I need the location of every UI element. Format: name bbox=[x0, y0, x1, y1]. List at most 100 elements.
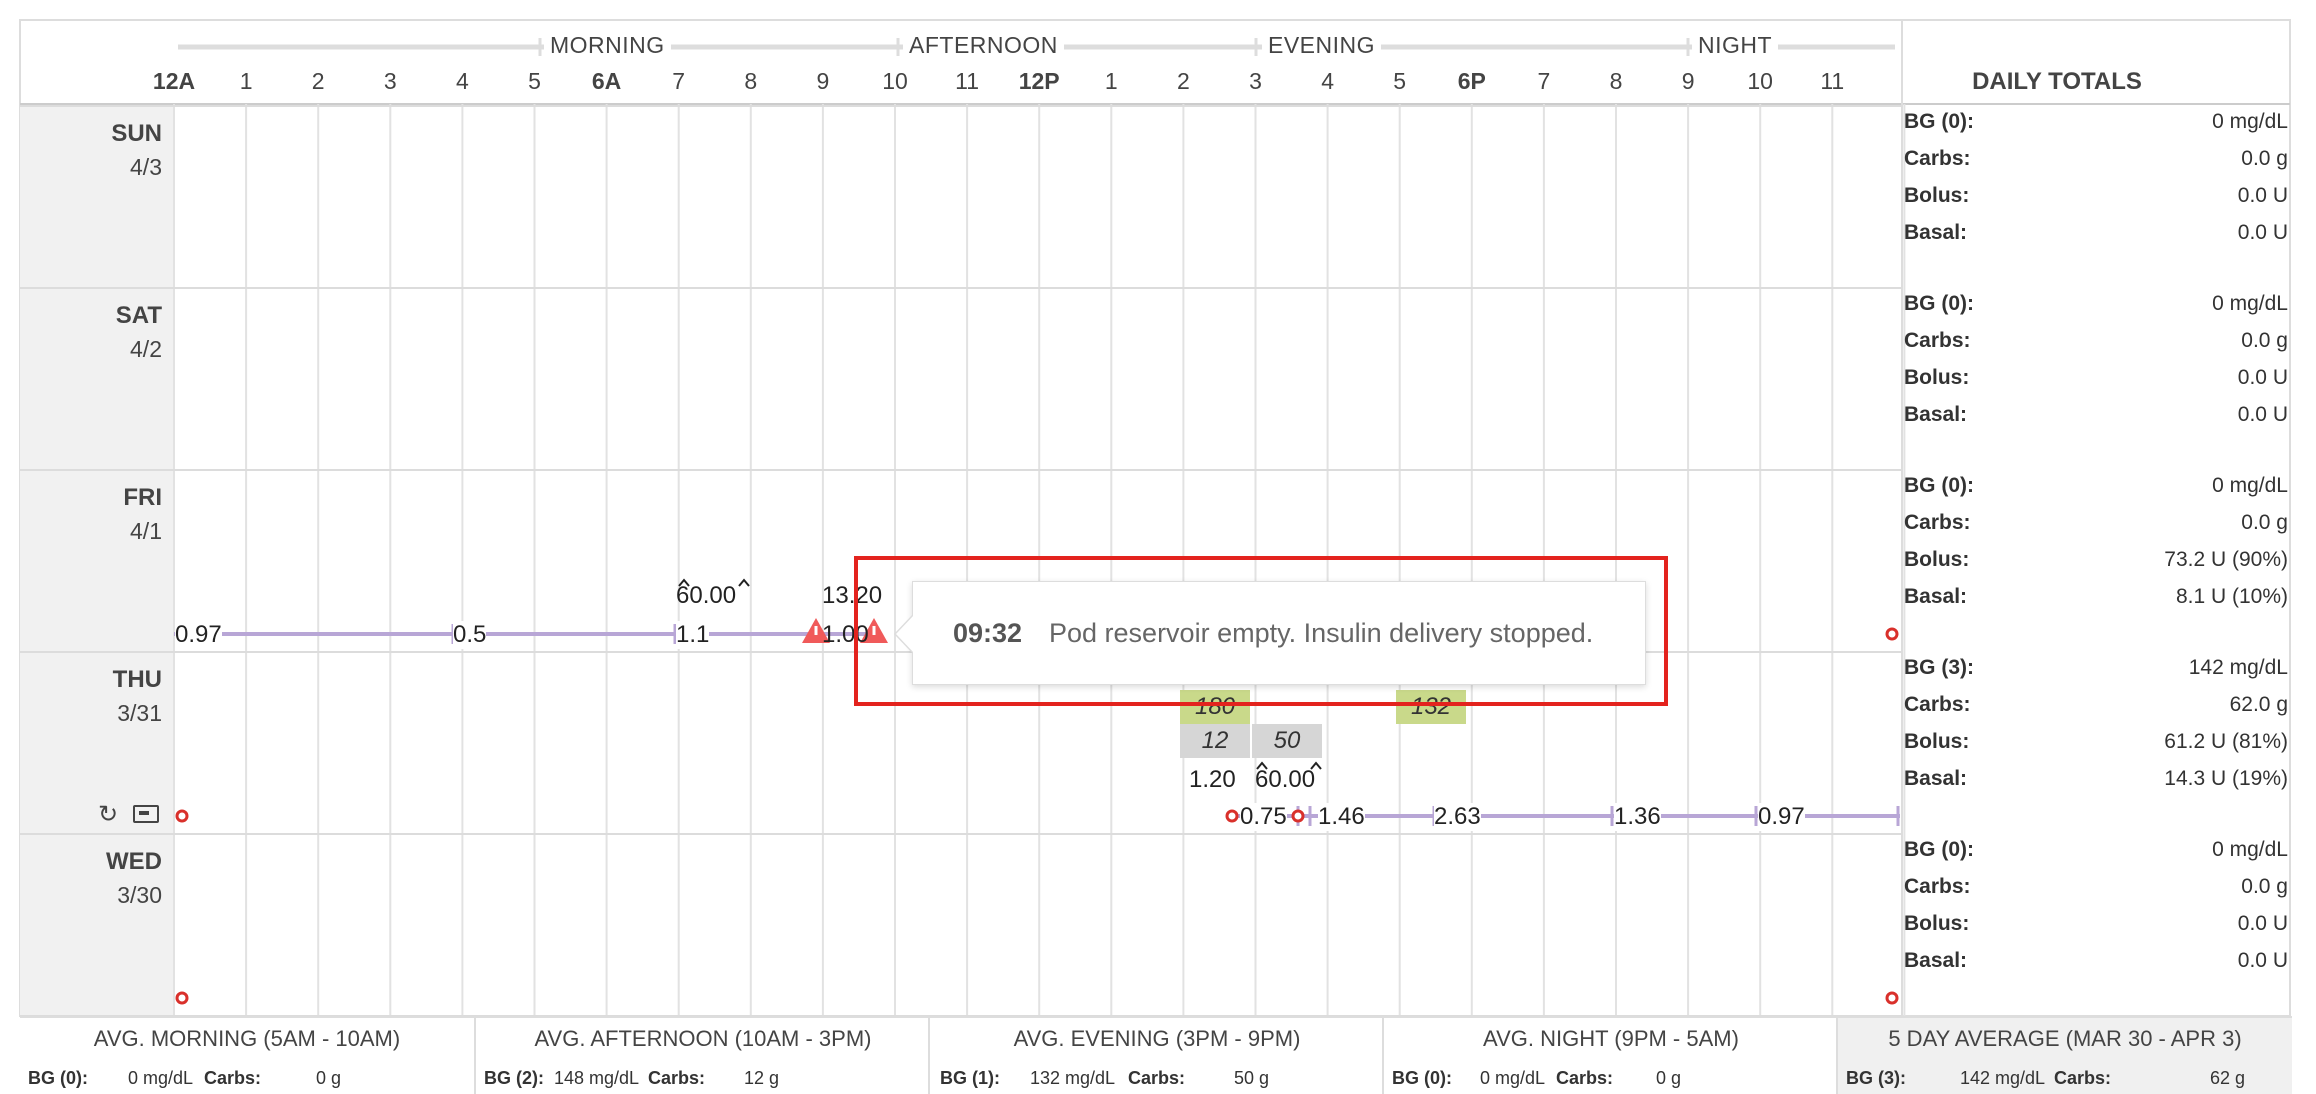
totals-value: 0 mg/dL bbox=[2212, 110, 2288, 133]
thu-bolus-2[interactable]: 60.00 bbox=[1255, 766, 1315, 794]
pod-change-marker bbox=[175, 991, 189, 1005]
pod-change-marker bbox=[1225, 809, 1239, 823]
footer-avg-morning: AVG. MORNING (5AM - 10AM) BG (0): 0 mg/d… bbox=[20, 1016, 474, 1094]
totals-value: 142 mg/dL bbox=[2188, 656, 2288, 679]
period-afternoon: AFTERNOON bbox=[903, 32, 1064, 59]
totals-value: 0.0 g bbox=[2241, 147, 2288, 170]
totals-label: Bolus: bbox=[1904, 912, 1970, 935]
footer-bg-value: 0 mg/dL bbox=[1480, 1068, 1546, 1088]
fri-basal-rate-3[interactable]: 1.1 bbox=[676, 621, 710, 649]
refresh-icon[interactable]: ↻ bbox=[98, 800, 118, 829]
totals-value: 14.3 U (19%) bbox=[2164, 767, 2288, 790]
hour-label: 8 bbox=[744, 68, 758, 94]
footer-bg-value: 132 mg/dL bbox=[1030, 1068, 1116, 1088]
footer-bg-value: 148 mg/dL bbox=[554, 1068, 640, 1088]
day-date: 3/30 bbox=[117, 882, 162, 908]
footer-carbs-value: 50 g bbox=[1234, 1068, 1270, 1088]
hour-label: 3 bbox=[383, 68, 397, 94]
totals-row-basal: Basal: 8.1 U (10%) bbox=[1904, 585, 2288, 615]
day-label-sat: SAT 4/2 bbox=[20, 302, 162, 363]
thu-basal-rate-1[interactable]: 0.75 bbox=[1240, 803, 1287, 831]
totals-value: 0.0 g bbox=[2241, 511, 2288, 534]
hour-label: 7 bbox=[672, 68, 686, 94]
totals-row-basal: Basal: 0.0 U bbox=[1904, 949, 2288, 979]
totals-label: BG (0): bbox=[1904, 292, 1974, 315]
period-night: NIGHT bbox=[1692, 32, 1779, 59]
footer-title: AVG. AFTERNOON (10AM - 3PM) bbox=[534, 1026, 872, 1051]
footer-carbs-label: Carbs: bbox=[1128, 1068, 1186, 1088]
hour-label: 10 bbox=[882, 68, 908, 94]
day-date: 4/3 bbox=[130, 154, 162, 180]
thu-carbs-2[interactable]: 50 bbox=[1252, 724, 1322, 758]
thu-basal-rate-2[interactable]: 1.46 bbox=[1318, 803, 1365, 831]
totals-value: 61.2 U (81%) bbox=[2164, 730, 2288, 753]
totals-label: BG (0): bbox=[1904, 838, 1974, 861]
thu-basal-rate-5[interactable]: 0.97 bbox=[1758, 803, 1805, 831]
hour-label: 6P bbox=[1457, 68, 1486, 94]
footer-title: AVG. NIGHT (9PM - 5AM) bbox=[1483, 1026, 1739, 1051]
totals-label: Carbs: bbox=[1904, 147, 1971, 170]
hour-label: 6A bbox=[591, 68, 622, 94]
totals-label: Bolus: bbox=[1904, 548, 1970, 571]
hour-label: 1 bbox=[239, 68, 253, 94]
pod-change-marker bbox=[1885, 991, 1899, 1005]
hour-label: 5 bbox=[1393, 68, 1407, 94]
fri-basal-rate-1[interactable]: 0.97 bbox=[175, 621, 222, 649]
footer-title: AVG. MORNING (5AM - 10AM) bbox=[93, 1026, 401, 1051]
totals-row-carbs: Carbs: 0.0 g bbox=[1904, 329, 2288, 359]
period-morning: MORNING bbox=[544, 32, 671, 59]
hour-label: 5 bbox=[528, 68, 541, 94]
fri-basal-rate-2[interactable]: 0.5 bbox=[453, 621, 487, 649]
totals-row-bolus: Bolus: 0.0 U bbox=[1904, 184, 2288, 214]
day-name: THU bbox=[112, 666, 162, 693]
footer-carbs-label: Carbs: bbox=[1556, 1068, 1614, 1088]
thu-basal-rate-3[interactable]: 2.63 bbox=[1434, 803, 1481, 831]
totals-label: Bolus: bbox=[1904, 366, 1970, 389]
thu-basal-rate-4[interactable]: 1.36 bbox=[1614, 803, 1661, 831]
hour-label: 2 bbox=[1176, 68, 1190, 94]
footer-title: 5 DAY AVERAGE (MAR 30 - APR 3) bbox=[1888, 1026, 2242, 1051]
totals-value: 73.2 U (90%) bbox=[2164, 548, 2288, 571]
day-name: SAT bbox=[115, 302, 162, 329]
totals-label: BG (3): bbox=[1904, 656, 1974, 679]
footer-bg-value: 142 mg/dL bbox=[1960, 1068, 2046, 1088]
footer-avg-evening: AVG. EVENING (3PM - 9PM) BG (1): 132 mg/… bbox=[928, 1016, 1384, 1094]
pod-change-marker bbox=[1291, 809, 1305, 823]
totals-label: Basal: bbox=[1904, 949, 1968, 972]
footer-carbs-label: Carbs: bbox=[204, 1068, 262, 1088]
totals-row-bg: BG (3): 142 mg/dL bbox=[1904, 656, 2288, 686]
hour-label: 8 bbox=[1609, 68, 1623, 94]
totals-row-basal: Basal: 14.3 U (19%) bbox=[1904, 767, 2288, 797]
totals-label: Basal: bbox=[1904, 767, 1968, 790]
totals-value: 0.0 U bbox=[2237, 403, 2288, 426]
totals-label: Basal: bbox=[1904, 403, 1968, 426]
hour-label: 2 bbox=[311, 68, 325, 94]
totals-row-bg: BG (0): 0 mg/dL bbox=[1904, 292, 2288, 322]
day-label-wed: WED 3/30 bbox=[20, 848, 162, 909]
hour-label: 3 bbox=[1249, 68, 1262, 94]
thu-bolus-1[interactable]: 1.20 bbox=[1189, 766, 1236, 794]
hour-label: 9 bbox=[1681, 68, 1695, 94]
totals-value: 0 mg/dL bbox=[2212, 838, 2288, 861]
totals-value: 0 mg/dL bbox=[2212, 292, 2288, 315]
footer-title: AVG. EVENING (3PM - 9PM) bbox=[1013, 1026, 1301, 1051]
footer-carbs-label: Carbs: bbox=[648, 1068, 706, 1088]
totals-value: 0.0 U bbox=[2237, 912, 2288, 935]
footer-avg-afternoon: AVG. AFTERNOON (10AM - 3PM) BG (2): 148 … bbox=[474, 1016, 930, 1094]
footer-bg-label: BG (3): bbox=[1846, 1068, 1906, 1088]
totals-row-carbs: Carbs: 0.0 g bbox=[1904, 875, 2288, 905]
hour-label: 11 bbox=[955, 68, 980, 94]
thu-carbs-1[interactable]: 12 bbox=[1180, 724, 1250, 758]
fri-bolus-1[interactable]: 60.00 bbox=[676, 582, 736, 610]
hour-label: 4 bbox=[1321, 68, 1334, 94]
totals-row-bolus: Bolus: 0.0 U bbox=[1904, 366, 2288, 396]
totals-label: Carbs: bbox=[1904, 511, 1971, 534]
totals-label: Carbs: bbox=[1904, 875, 1971, 898]
hour-label: 11 bbox=[1820, 68, 1845, 94]
totals-value: 0.0 g bbox=[2241, 875, 2288, 898]
day-label-thu: THU 3/31 bbox=[20, 666, 162, 727]
pod-icon[interactable] bbox=[133, 805, 159, 823]
footer-bg-value: 0 mg/dL bbox=[128, 1068, 194, 1088]
bolus-arrow-icon bbox=[738, 578, 750, 587]
day-label-sun: SUN 4/3 bbox=[20, 120, 162, 181]
